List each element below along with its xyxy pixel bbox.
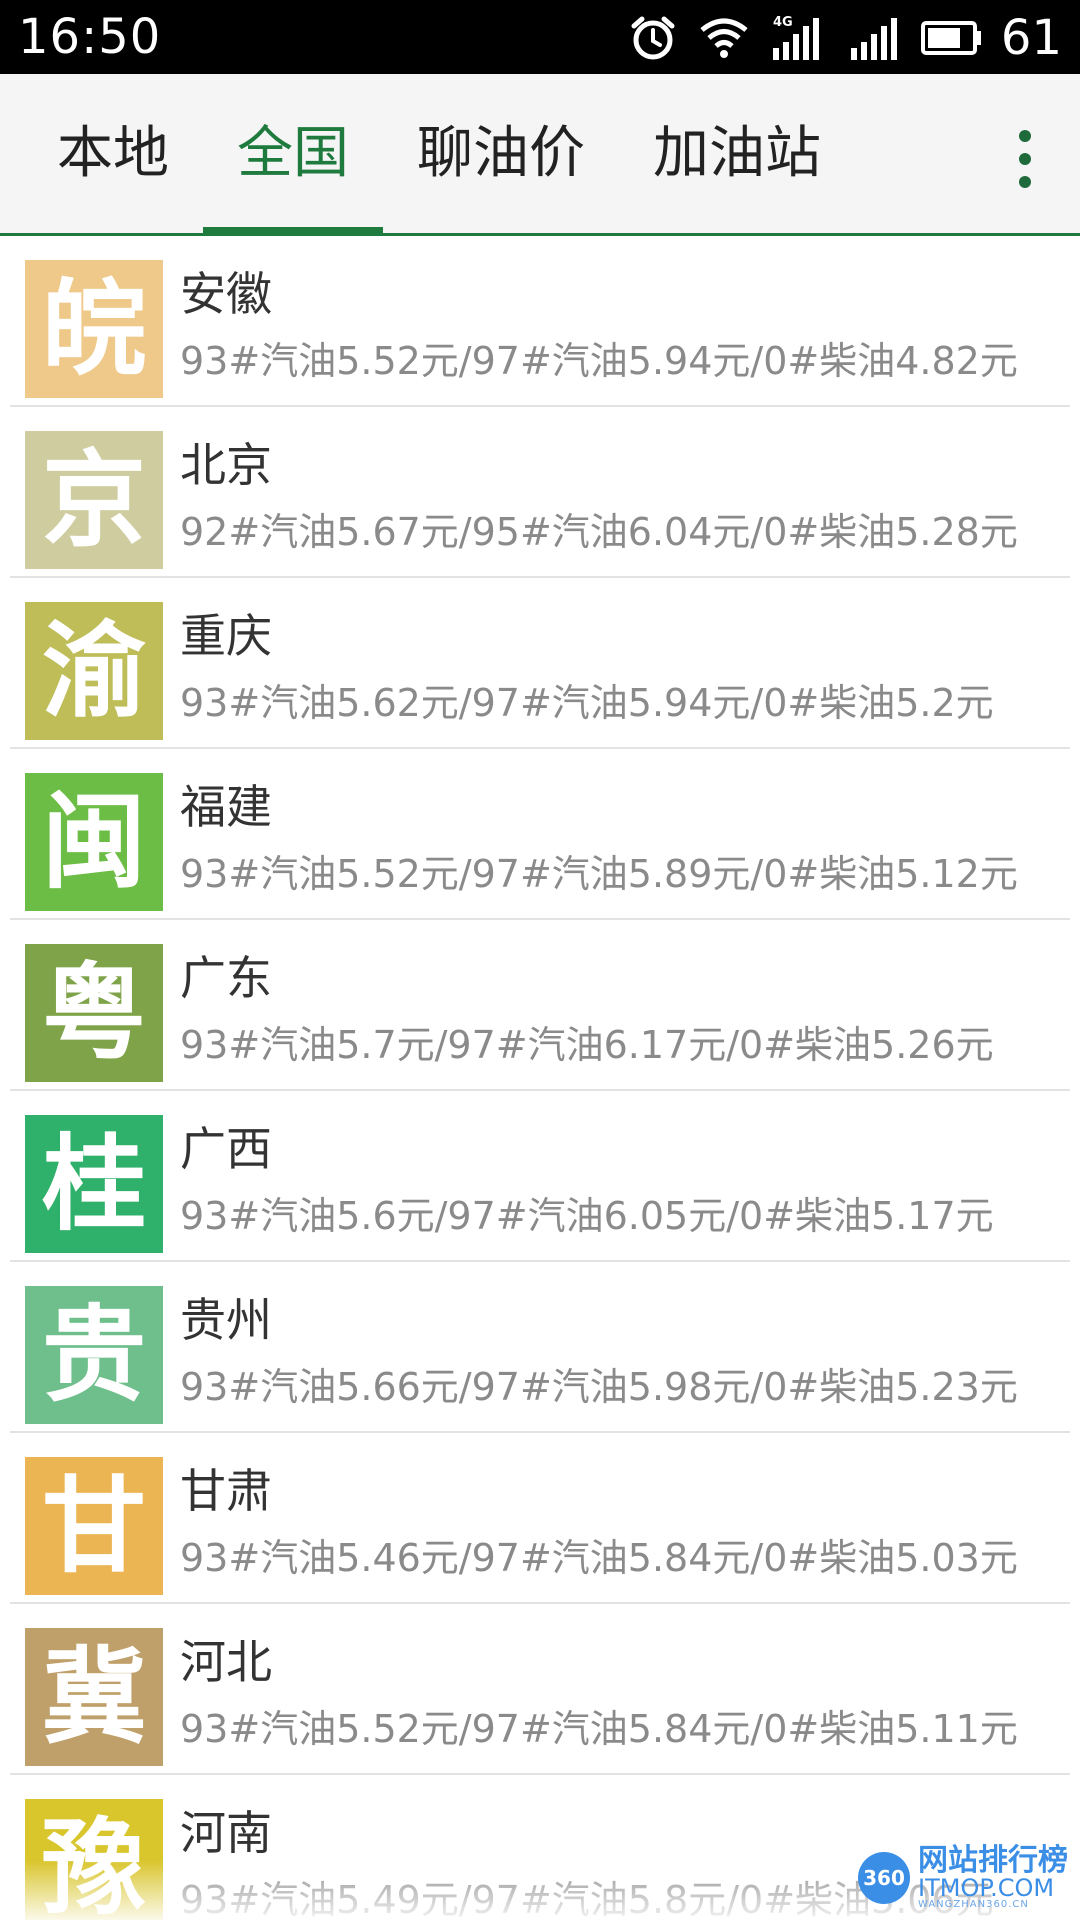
list-item[interactable]: 冀 河北 93#汽油5.52元/97#汽油5.84元/0#柴油5.11元 [10, 1604, 1070, 1775]
tab-gas-stations[interactable]: 加油站 [653, 114, 821, 194]
province-name: 北京 [180, 438, 272, 492]
tab-bar: 本地 全国 聊油价 加油站 [0, 74, 1080, 236]
active-tab-indicator [203, 227, 383, 235]
tab-national[interactable]: 全国 [237, 114, 349, 194]
watermark-line3: WANGZHAN360.CN [918, 1899, 1029, 1910]
price-summary: 93#汽油5.6元/97#汽油6.05元/0#柴油5.17元 [180, 1194, 994, 1238]
tab-local[interactable]: 本地 [57, 114, 169, 194]
province-name: 河南 [180, 1806, 272, 1860]
list-item[interactable]: 京 北京 92#汽油5.67元/95#汽油6.04元/0#柴油5.28元 [10, 407, 1070, 578]
tab-oil-price-chat[interactable]: 聊油价 [417, 114, 585, 194]
price-summary: 93#汽油5.66元/97#汽油5.98元/0#柴油5.23元 [180, 1365, 1018, 1409]
status-bar: 16:50 4G 61 [0, 0, 1080, 74]
province-name: 贵州 [180, 1293, 272, 1347]
province-badge: 粤 [25, 944, 163, 1082]
province-name: 重庆 [180, 609, 272, 663]
overflow-menu-icon[interactable] [1010, 130, 1040, 188]
province-badge: 皖 [25, 260, 163, 398]
list-item[interactable]: 皖 安徽 93#汽油5.52元/97#汽油5.94元/0#柴油4.82元 [10, 236, 1070, 407]
price-summary: 92#汽油5.67元/95#汽油6.04元/0#柴油5.28元 [180, 510, 1018, 554]
list-item[interactable]: 贵 贵州 93#汽油5.66元/97#汽油5.98元/0#柴油5.23元 [10, 1262, 1070, 1433]
price-summary: 93#汽油5.52元/97#汽油5.89元/0#柴油5.12元 [180, 852, 1018, 896]
province-list[interactable]: 皖 安徽 93#汽油5.52元/97#汽油5.94元/0#柴油4.82元 京 北… [0, 236, 1080, 1920]
province-badge: 京 [25, 431, 163, 569]
status-time: 16:50 [18, 9, 162, 65]
province-badge: 冀 [25, 1628, 163, 1766]
status-icons: 4G 61 [607, 12, 1062, 64]
battery-icon [920, 20, 983, 56]
price-summary: 93#汽油5.62元/97#汽油5.94元/0#柴油5.2元 [180, 681, 994, 725]
province-name: 河北 [180, 1635, 272, 1689]
signal-icon [849, 14, 899, 62]
list-item[interactable]: 闽 福建 93#汽油5.52元/97#汽油5.89元/0#柴油5.12元 [10, 749, 1070, 920]
watermark-logo-icon: 360 [858, 1852, 910, 1904]
price-summary: 93#汽油5.7元/97#汽油6.17元/0#柴油5.26元 [180, 1023, 994, 1067]
price-summary: 93#汽油5.52元/97#汽油5.84元/0#柴油5.11元 [180, 1707, 1018, 1751]
province-name: 甘肃 [180, 1464, 272, 1518]
list-item[interactable]: 甘 甘肃 93#汽油5.46元/97#汽油5.84元/0#柴油5.03元 [10, 1433, 1070, 1604]
watermark-line1: 网站排行榜 [918, 1843, 1068, 1878]
battery-level: 61 [1000, 10, 1062, 66]
province-badge: 桂 [25, 1115, 163, 1253]
price-summary: 93#汽油5.46元/97#汽油5.84元/0#柴油5.03元 [180, 1536, 1018, 1580]
province-name: 福建 [180, 780, 272, 834]
province-name: 广西 [180, 1122, 272, 1176]
province-badge: 闽 [25, 773, 163, 911]
province-badge: 豫 [25, 1799, 163, 1920]
price-summary: 93#汽油5.52元/97#汽油5.94元/0#柴油4.82元 [180, 339, 1018, 383]
list-item[interactable]: 桂 广西 93#汽油5.6元/97#汽油6.05元/0#柴油5.17元 [10, 1091, 1070, 1262]
network-type-label: 4G [773, 15, 793, 30]
province-badge: 渝 [25, 602, 163, 740]
signal-4g-icon: 4G [771, 14, 827, 62]
province-name: 广东 [180, 951, 272, 1005]
alarm-icon [629, 14, 677, 62]
list-item[interactable]: 粤 广东 93#汽油5.7元/97#汽油6.17元/0#柴油5.26元 [10, 920, 1070, 1091]
province-badge: 贵 [25, 1286, 163, 1424]
province-badge: 甘 [25, 1457, 163, 1595]
wifi-icon [699, 16, 749, 60]
province-name: 安徽 [180, 267, 272, 321]
watermark: 360 网站排行榜 ITMOP.COM WANGZHAN360.CN [858, 1846, 1068, 1910]
list-item[interactable]: 渝 重庆 93#汽油5.62元/97#汽油5.94元/0#柴油5.2元 [10, 578, 1070, 749]
watermark-line2: ITMOP.COM [918, 1874, 1055, 1902]
watermark-text: 网站排行榜 ITMOP.COM WANGZHAN360.CN [918, 1846, 1068, 1910]
